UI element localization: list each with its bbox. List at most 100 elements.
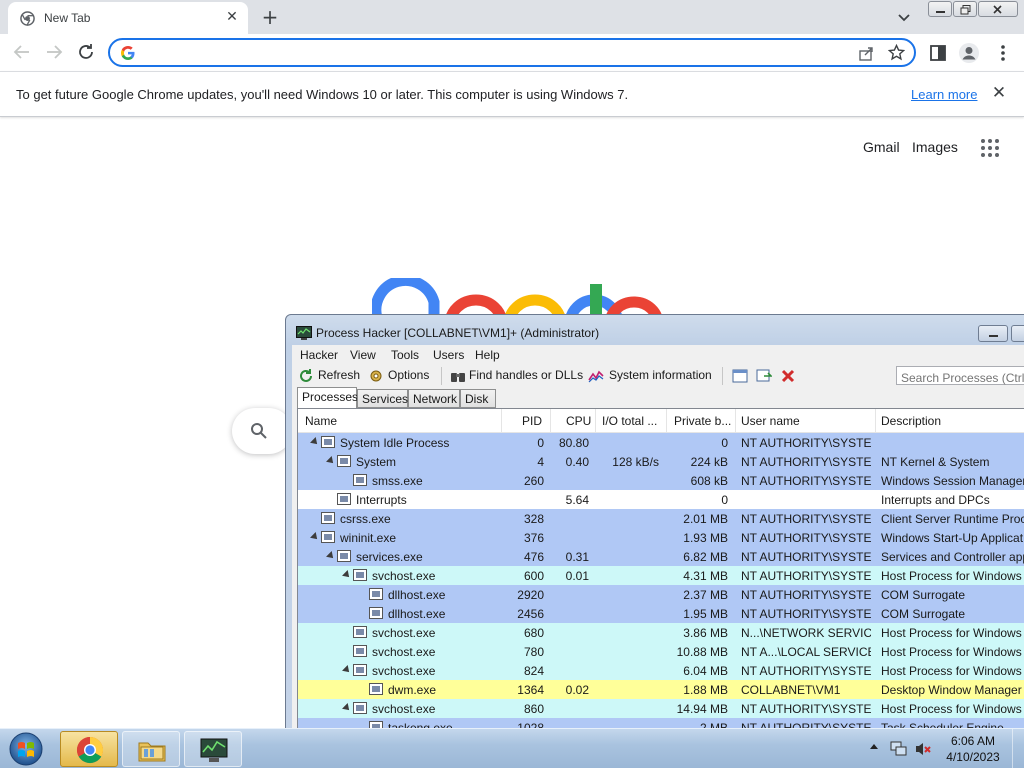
process-name: Interrupts [356, 493, 407, 507]
ph-maximize-button[interactable] [1011, 325, 1024, 342]
process-row[interactable]: wininit.exe 376 1.93 MB NT AUTHORITY\SYS… [298, 528, 1024, 547]
chrome-icon [76, 736, 104, 764]
learn-more-link[interactable]: Learn more [911, 87, 977, 102]
tree-expander-icon[interactable] [342, 665, 352, 675]
tree-expander-icon[interactable] [342, 570, 352, 580]
forward-arrow-icon[interactable] [42, 40, 66, 64]
search-processes-input[interactable] [897, 369, 1024, 387]
menu-help[interactable]: Help [475, 348, 500, 362]
process-description: Client Server Runtime Proce [881, 512, 1024, 526]
system-information-button[interactable]: System information [609, 368, 712, 382]
process-row[interactable]: services.exe 476 0.31 6.82 MB NT AUTHORI… [298, 547, 1024, 566]
window-icon[interactable] [732, 368, 748, 384]
tree-expander-icon[interactable] [326, 551, 336, 561]
find-handles-button[interactable]: Find handles or DLLs [469, 368, 583, 382]
process-pid: 0 [537, 436, 544, 450]
taskbar-clock[interactable]: 6:06 AM 4/10/2023 [944, 733, 1002, 765]
profile-avatar-icon[interactable] [958, 42, 980, 64]
column-private-bytes[interactable]: Private b... [674, 414, 731, 428]
column-description[interactable]: Description [881, 414, 941, 428]
gmail-link[interactable]: Gmail [863, 139, 900, 155]
bookmark-star-icon[interactable] [888, 44, 905, 61]
process-icon [321, 436, 335, 448]
window-minimize-button[interactable] [928, 1, 952, 17]
menu-tools[interactable]: Tools [391, 348, 419, 362]
find-window-icon[interactable] [756, 368, 772, 384]
show-hidden-icons-icon[interactable] [868, 741, 880, 753]
process-row[interactable]: System 4 0.40 128 kB/s 224 kB NT AUTHORI… [298, 452, 1024, 471]
back-arrow-icon[interactable] [10, 40, 34, 64]
process-user-name: COLLABNET\VM1 [741, 683, 841, 697]
ph-client-area: Hacker View Tools Users Help Refresh Opt… [292, 345, 1024, 738]
process-user-name: N...\NETWORK SERVICE [741, 626, 871, 640]
tab-new-tab[interactable]: New Tab ✕ [8, 2, 248, 34]
process-row[interactable]: Interrupts 5.64 0 Interrupts and DPCs [298, 490, 1024, 509]
tree-expander-icon[interactable] [342, 703, 352, 713]
share-icon[interactable] [858, 45, 874, 61]
omnibox-input[interactable] [144, 43, 844, 61]
process-row[interactable]: svchost.exe 680 3.86 MB N...\NETWORK SER… [298, 623, 1024, 642]
tree-expander-icon[interactable] [310, 437, 320, 447]
column-name[interactable]: Name [305, 414, 337, 428]
kebab-menu-icon[interactable] [992, 42, 1014, 64]
process-user-name: NT AUTHORITY\SYSTEM [741, 550, 871, 564]
process-hacker-window: Process Hacker [COLLABNET\VM1]+ (Adminis… [285, 314, 1024, 738]
options-button[interactable]: Options [388, 368, 429, 382]
tree-expander-icon[interactable] [326, 456, 336, 466]
window-titlebar[interactable]: Process Hacker [COLLABNET\VM1]+ (Adminis… [286, 315, 1024, 349]
process-row[interactable]: svchost.exe 824 6.04 MB NT AUTHORITY\SYS… [298, 661, 1024, 680]
taskbar-explorer-button[interactable] [122, 731, 180, 767]
process-description: Host Process for Windows S [881, 626, 1024, 640]
process-row[interactable]: System Idle Process 0 80.80 0 NT AUTHORI… [298, 433, 1024, 452]
taskbar-process-hacker-button[interactable] [184, 731, 242, 767]
refresh-button[interactable]: Refresh [318, 368, 360, 382]
tree-expander-icon[interactable] [310, 532, 320, 542]
images-link[interactable]: Images [912, 139, 958, 155]
menu-hacker[interactable]: Hacker [300, 348, 338, 362]
window-close-button[interactable] [978, 1, 1018, 17]
process-private-bytes: 14.94 MB [676, 702, 728, 716]
window-restore-button[interactable] [953, 1, 977, 17]
process-row[interactable]: svchost.exe 780 10.88 MB NT A...\LOCAL S… [298, 642, 1024, 661]
address-bar[interactable] [108, 38, 916, 67]
column-divider [550, 409, 551, 433]
tab-close-icon[interactable]: ✕ [224, 9, 240, 25]
network-icon[interactable] [890, 741, 908, 757]
column-io-total[interactable]: I/O total ... [602, 414, 657, 428]
infobar-close-icon[interactable]: ✕ [990, 84, 1008, 102]
column-user-name[interactable]: User name [741, 414, 800, 428]
process-row[interactable]: dwm.exe 1364 0.02 1.88 MB COLLABNET\VM1 … [298, 680, 1024, 699]
ntp-search-box[interactable] [232, 408, 292, 454]
process-icon [353, 645, 367, 657]
tab-search-chevron-icon[interactable] [894, 7, 914, 27]
process-row[interactable]: smss.exe 260 608 kB NT AUTHORITY\SYSTEM … [298, 471, 1024, 490]
search-processes-field[interactable] [896, 366, 1024, 387]
process-list[interactable]: Name PID CPU I/O total ... Private b... … [297, 408, 1024, 738]
tab-services[interactable]: Services [357, 389, 408, 408]
column-pid[interactable]: PID [522, 414, 542, 428]
volume-muted-icon[interactable] [914, 741, 932, 757]
side-panel-icon[interactable] [927, 42, 949, 64]
new-tab-button[interactable]: + [258, 6, 282, 28]
ph-minimize-button[interactable] [978, 325, 1008, 342]
show-desktop-button[interactable] [1012, 729, 1024, 768]
process-row[interactable]: dllhost.exe 2456 1.95 MB NT AUTHORITY\SY… [298, 604, 1024, 623]
tab-network[interactable]: Network [408, 389, 460, 408]
reload-icon[interactable] [74, 40, 98, 64]
process-pid: 4 [537, 455, 544, 469]
column-cpu[interactable]: CPU [566, 414, 591, 428]
binoculars-icon [451, 373, 465, 382]
process-row[interactable]: dllhost.exe 2920 2.37 MB NT AUTHORITY\SY… [298, 585, 1024, 604]
tab-disk[interactable]: Disk [460, 389, 496, 408]
tab-processes[interactable]: Processes [297, 387, 358, 408]
google-apps-grid-icon[interactable] [980, 138, 1000, 158]
menu-users[interactable]: Users [433, 348, 464, 362]
process-private-bytes: 4.31 MB [683, 569, 728, 583]
taskbar-chrome-button[interactable] [60, 731, 118, 767]
process-row[interactable]: csrss.exe 328 2.01 MB NT AUTHORITY\SYSTE… [298, 509, 1024, 528]
menu-view[interactable]: View [350, 348, 376, 362]
terminate-process-icon[interactable] [780, 368, 796, 384]
process-row[interactable]: svchost.exe 600 0.01 4.31 MB NT AUTHORIT… [298, 566, 1024, 585]
windows-start-button[interactable] [6, 732, 46, 766]
process-row[interactable]: svchost.exe 860 14.94 MB NT AUTHORITY\SY… [298, 699, 1024, 718]
